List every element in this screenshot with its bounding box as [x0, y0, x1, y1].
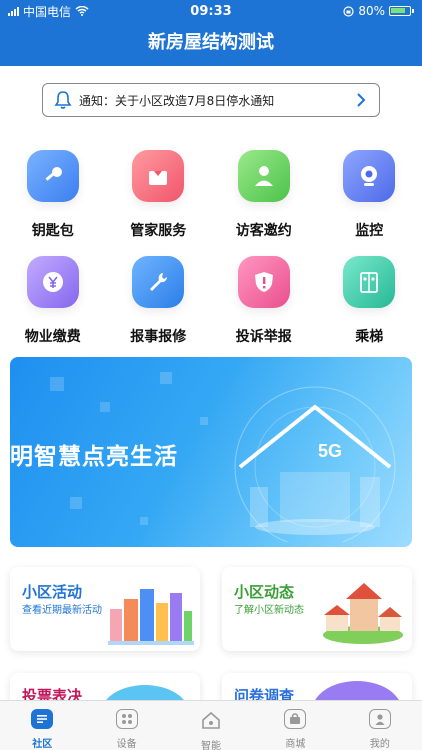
- grid-item-monitor[interactable]: 监控: [317, 150, 422, 256]
- profile-icon: [368, 709, 391, 729]
- page-title: 新房屋结构测试: [148, 32, 274, 53]
- card-title: 小区动态: [234, 583, 295, 601]
- tab-label: 社区: [32, 739, 53, 750]
- status-bar: 中国电信 09:33 80%: [0, 0, 422, 22]
- devices-icon: [115, 709, 138, 729]
- carrier-label: 中国电信: [23, 4, 72, 19]
- promo-banner[interactable]: 明智慧点亮生活 5G: [10, 357, 412, 547]
- feature-grid: 钥匙包 管家服务 访客邀约 监控 物业缴费 报事报修 投诉举报 乘梯: [0, 150, 422, 362]
- card-subtitle: 查看近期最新活动: [22, 605, 102, 616]
- clock: 09:33: [190, 3, 232, 19]
- yuan-icon: [26, 256, 79, 308]
- grid-item-elevator[interactable]: 乘梯: [317, 256, 422, 362]
- grid-item-visitor[interactable]: 访客邀约: [211, 150, 317, 256]
- grid-item-key-bag[interactable]: 钥匙包: [0, 150, 106, 256]
- grid-item-label: 乘梯: [355, 329, 384, 345]
- grid-item-label: 监控: [355, 223, 384, 239]
- grid-item-label: 管家服务: [130, 223, 187, 239]
- chevron-right-icon[interactable]: [353, 92, 369, 108]
- tab-community[interactable]: 社区: [0, 701, 84, 750]
- shop-icon: [284, 709, 307, 729]
- smart-home-icon: [200, 709, 222, 731]
- tab-profile[interactable]: 我的: [338, 701, 422, 750]
- card-title: 小区活动: [22, 583, 83, 601]
- elevator-icon: [343, 256, 396, 308]
- card-subtitle: 了解小区新动态: [234, 605, 304, 616]
- notice-text: 通知：关于小区改造7月8日停水通知: [79, 93, 275, 108]
- notice-bar[interactable]: 通知：关于小区改造7月8日停水通知: [42, 83, 380, 117]
- tab-label: 智能: [201, 741, 222, 750]
- community-icon: [31, 709, 54, 729]
- tab-smart[interactable]: 智能: [169, 701, 253, 750]
- wrench-icon: [132, 256, 185, 308]
- signal-icon: [8, 6, 19, 16]
- grid-item-label: 物业缴费: [24, 329, 81, 345]
- banner-headline: 明智慧点亮生活: [10, 444, 178, 470]
- tab-label: 设备: [116, 739, 137, 750]
- key-icon: [26, 150, 79, 202]
- butler-icon: [132, 150, 185, 202]
- grid-item-butler[interactable]: 管家服务: [106, 150, 212, 256]
- tab-label: 我的: [369, 739, 390, 750]
- city-buildings-illustration: [108, 589, 194, 645]
- grid-item-complaint[interactable]: 投诉举报: [211, 256, 317, 362]
- camera-icon: [343, 150, 396, 202]
- card-community-activity[interactable]: 小区活动 查看近期最新活动: [10, 567, 200, 651]
- tab-devices[interactable]: 设备: [84, 701, 168, 750]
- grid-item-label: 投诉举报: [235, 329, 292, 345]
- tab-shop[interactable]: 商城: [253, 701, 337, 750]
- grid-item-property-fee[interactable]: 物业缴费: [0, 256, 106, 362]
- bell-icon: [54, 91, 72, 109]
- visitor-icon: [237, 150, 290, 202]
- wifi-icon: [75, 6, 89, 16]
- app-header: 中国电信 09:33 80% 新房屋结构测试: [0, 0, 422, 66]
- grid-item-repair[interactable]: 报事报修: [106, 256, 212, 362]
- grid-item-label: 钥匙包: [31, 223, 74, 239]
- rotation-lock-icon: [343, 5, 354, 17]
- battery-percent: 80%: [358, 4, 385, 18]
- card-community-news[interactable]: 小区动态 了解小区新动态: [222, 567, 412, 651]
- smart-house-illustration: 5G: [234, 386, 396, 542]
- grid-item-label: 报事报修: [130, 329, 187, 345]
- house-illustration: [323, 583, 403, 644]
- alert-shield-icon: [237, 256, 290, 308]
- tab-label: 商城: [285, 739, 306, 750]
- battery-icon: [389, 6, 411, 16]
- grid-item-label: 访客邀约: [235, 223, 292, 239]
- badge-5g: 5G: [318, 441, 342, 461]
- bottom-tab-bar: 社区 设备 智能 商城 我的: [0, 700, 422, 750]
